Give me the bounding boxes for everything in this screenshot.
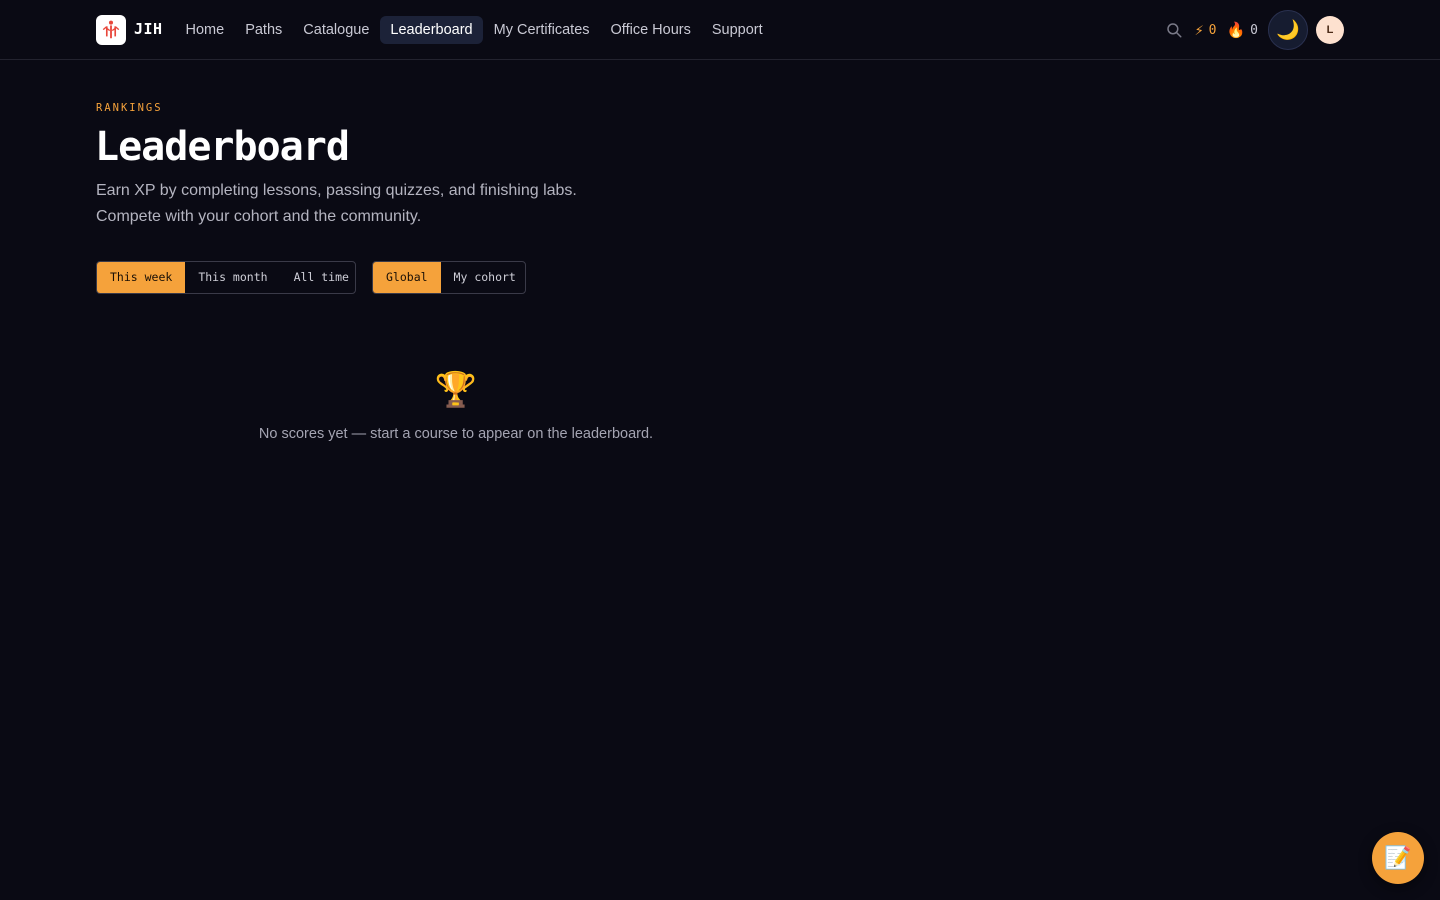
nav-item-catalogue[interactable]: Catalogue: [293, 16, 380, 44]
avatar[interactable]: L: [1316, 16, 1344, 44]
logo-mark: [102, 20, 120, 39]
empty-state-text: No scores yet — start a course to appear…: [258, 426, 654, 442]
streak-counter[interactable]: 🔥 0: [1226, 21, 1258, 39]
flame-icon: 🔥: [1226, 21, 1246, 39]
filter-global[interactable]: Global: [373, 262, 441, 293]
xp-value: 0: [1208, 22, 1217, 38]
notes-fab-button[interactable]: 📝: [1372, 832, 1424, 884]
nav-item-support[interactable]: Support: [701, 16, 773, 44]
section-eyebrow: RANKINGS: [96, 102, 163, 114]
logo-icon[interactable]: [96, 15, 126, 45]
xp-counter[interactable]: ⚡ 0: [1195, 21, 1217, 39]
header-tools: ⚡ 0 🔥 0 🌙 L: [1165, 10, 1344, 50]
top-navigation-bar: JIH Home Paths Catalogue Leaderboard My …: [0, 0, 1440, 60]
main-nav: Home Paths Catalogue Leaderboard My Cert…: [175, 16, 773, 44]
scope-filter: Global My cohort: [372, 261, 526, 294]
filter-this-month[interactable]: This month: [185, 262, 280, 293]
empty-state: 🏆 No scores yet — start a course to appe…: [96, 370, 816, 442]
page-title: Leaderboard: [95, 124, 350, 170]
streak-value: 0: [1250, 22, 1258, 38]
filter-my-cohort[interactable]: My cohort: [441, 262, 525, 293]
filter-all-time[interactable]: All time: [281, 262, 355, 293]
filter-this-week[interactable]: This week: [97, 262, 186, 293]
page-subtitle: Earn XP by completing lessons, passing q…: [96, 182, 577, 225]
nav-item-home[interactable]: Home: [175, 16, 235, 44]
nav-item-office-hours[interactable]: Office Hours: [600, 16, 701, 44]
time-range-filter: This week This month All time: [96, 261, 356, 294]
brand-name[interactable]: JIH: [134, 20, 163, 38]
moon-icon: 🌙: [1276, 20, 1300, 41]
theme-toggle-button[interactable]: 🌙: [1268, 10, 1308, 50]
search-icon[interactable]: [1165, 21, 1183, 39]
nav-item-my-certificates[interactable]: My Certificates: [483, 16, 600, 44]
trophy-icon: 🏆: [434, 371, 478, 409]
nav-item-leaderboard[interactable]: Leaderboard: [379, 16, 484, 44]
nav-item-paths[interactable]: Paths: [235, 16, 293, 44]
memo-icon: 📝: [1384, 845, 1412, 870]
lightning-icon: ⚡: [1194, 21, 1204, 39]
